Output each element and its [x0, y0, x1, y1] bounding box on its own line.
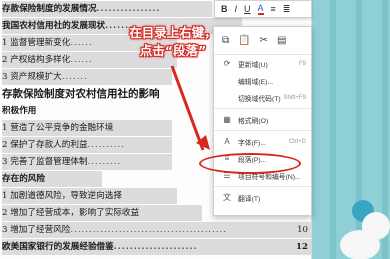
- toc-leader: ......: [70, 55, 93, 65]
- cloud-decoration: [340, 230, 380, 259]
- toc-leader: .....................: [113, 242, 198, 252]
- menu-item-label: 切换域代码(T): [238, 95, 281, 103]
- menu-item-icon: ▦: [223, 115, 231, 124]
- menu-item-icon: A: [224, 137, 230, 146]
- toc-text: 3 完善了监督管理体制: [2, 157, 88, 167]
- callout-line-2: 点击“段落”: [139, 43, 207, 58]
- toc-text: 1 加剧道德风险，导致逆向选择: [2, 191, 122, 201]
- menu-item[interactable]: 编辑域(E)...: [214, 72, 311, 89]
- toolbar-button[interactable]: I: [235, 4, 238, 14]
- toc-page-number: 12: [296, 242, 308, 252]
- menu-item[interactable]: ▦ 格式刷(O): [214, 111, 311, 128]
- menu-item-label: 格式刷(O): [238, 117, 269, 125]
- callout-line-1: 在目录上右键，: [129, 25, 217, 40]
- instruction-callout: 在目录上右键， 点击“段落”: [118, 24, 228, 64]
- toc-leader: ........................................…: [70, 225, 228, 235]
- menu-item-label: 编辑域(E)...: [238, 78, 274, 86]
- menu-separator: [214, 108, 311, 109]
- toc-line[interactable]: 积极作用: [2, 103, 62, 119]
- toc-text: 2 产权结构多样化: [2, 55, 71, 65]
- toolbar-button[interactable]: ≡: [271, 4, 276, 14]
- toolbar-button[interactable]: B: [221, 4, 228, 14]
- clipboard-row: ⧉ 📋 ✂ ▤: [214, 27, 311, 55]
- toc-text: 2 保护了存款人的利益: [2, 140, 88, 150]
- toc-line[interactable]: 存款保险制度的发展情况................: [2, 1, 212, 17]
- toc-line[interactable]: 2 增加了经营成本，影响了实际收益: [2, 205, 202, 221]
- cut-icon[interactable]: ✂: [260, 35, 268, 46]
- toc-leader: ..........: [87, 140, 125, 150]
- menu-item-label: 字体(F)...: [238, 139, 266, 147]
- toc-text: 3 增加了经营风险: [2, 225, 71, 235]
- paste-icon[interactable]: 📋: [238, 35, 250, 46]
- toc-leader: .......: [61, 72, 88, 82]
- paste-special-icon[interactable]: ▤: [277, 35, 286, 46]
- toc-line[interactable]: 3 完善了监督管理体制.........: [2, 154, 172, 170]
- context-menu: ⧉ 📋 ✂ ▤ ⟳ 更新域(U) F9 编辑域(E)... 切换域代码(T) Shift+F9 ▦…: [213, 26, 312, 216]
- menu-item-shortcut: Shift+F9: [283, 94, 306, 101]
- toc-line[interactable]: 1 加剧道德风险，导致逆向选择: [2, 188, 177, 204]
- menu-separator: [214, 130, 311, 131]
- toc-line[interactable]: 欧美国家银行的发展经验借鉴..................... 12: [2, 239, 311, 255]
- menu-item-label: 更新域(U): [238, 61, 268, 69]
- toc-text: 存款保险制度的发展情况: [2, 4, 97, 14]
- toc-text: 2 增加了经营成本，影响了实际收益: [2, 208, 140, 218]
- toc-text: 欧美国家银行的发展经验借鉴: [2, 242, 114, 252]
- toc-line[interactable]: 2 保护了存款人的利益..........: [2, 137, 172, 153]
- menu-separator: [214, 186, 311, 187]
- toc-text: 1 营造了公平竞争的金融环境: [2, 123, 114, 133]
- toolbar-button[interactable]: A: [257, 3, 264, 15]
- toc-text: 存款保险制度对农村信用社的影响: [2, 88, 160, 100]
- copy-icon[interactable]: ⧉: [222, 35, 229, 46]
- toc-leader: ......: [70, 38, 93, 48]
- toc-line[interactable]: 1 营造了公平竞争的金融环境: [2, 120, 172, 136]
- format-toolbar: B I U A ≡ ≣: [214, 0, 312, 18]
- menu-item[interactable]: A 字体(F)... Ctrl+D: [214, 133, 311, 150]
- menu-item-icon: 文: [223, 193, 231, 202]
- toc-text: 3 资产规模扩大: [2, 72, 62, 82]
- toc-leader: ................: [96, 4, 161, 14]
- menu-item-shortcut: Ctrl+D: [288, 138, 306, 145]
- menu-item-icon: ⟳: [223, 59, 231, 68]
- toc-line[interactable]: 3 增加了经营风险...............................…: [2, 222, 311, 238]
- menu-item-shortcut: F9: [298, 60, 306, 67]
- toc-text: 我国农村信用社的发展现状: [2, 21, 106, 31]
- toolbar-button[interactable]: U: [244, 4, 251, 14]
- menu-item[interactable]: 文翻译(T): [214, 189, 311, 206]
- toc-text: 1 监督管理新变化: [2, 38, 71, 48]
- toc-leader: .........: [87, 157, 122, 167]
- toc-text: 积极作用: [2, 106, 37, 116]
- toc-line[interactable]: 3 资产规模扩大.......: [2, 69, 172, 85]
- toc-line[interactable]: 存在的风险: [2, 171, 102, 187]
- highlight-ring: [199, 153, 301, 174]
- toc-page-number: 10: [297, 225, 308, 235]
- menu-item[interactable]: ⟳ 更新域(U) F9: [214, 55, 311, 72]
- menu-item-label: 翻译(T): [238, 195, 261, 203]
- menu-item[interactable]: 切换域代码(T) Shift+F9: [214, 89, 311, 106]
- toolbar-button[interactable]: ≣: [283, 4, 291, 15]
- toc-text: 存在的风险: [2, 174, 45, 184]
